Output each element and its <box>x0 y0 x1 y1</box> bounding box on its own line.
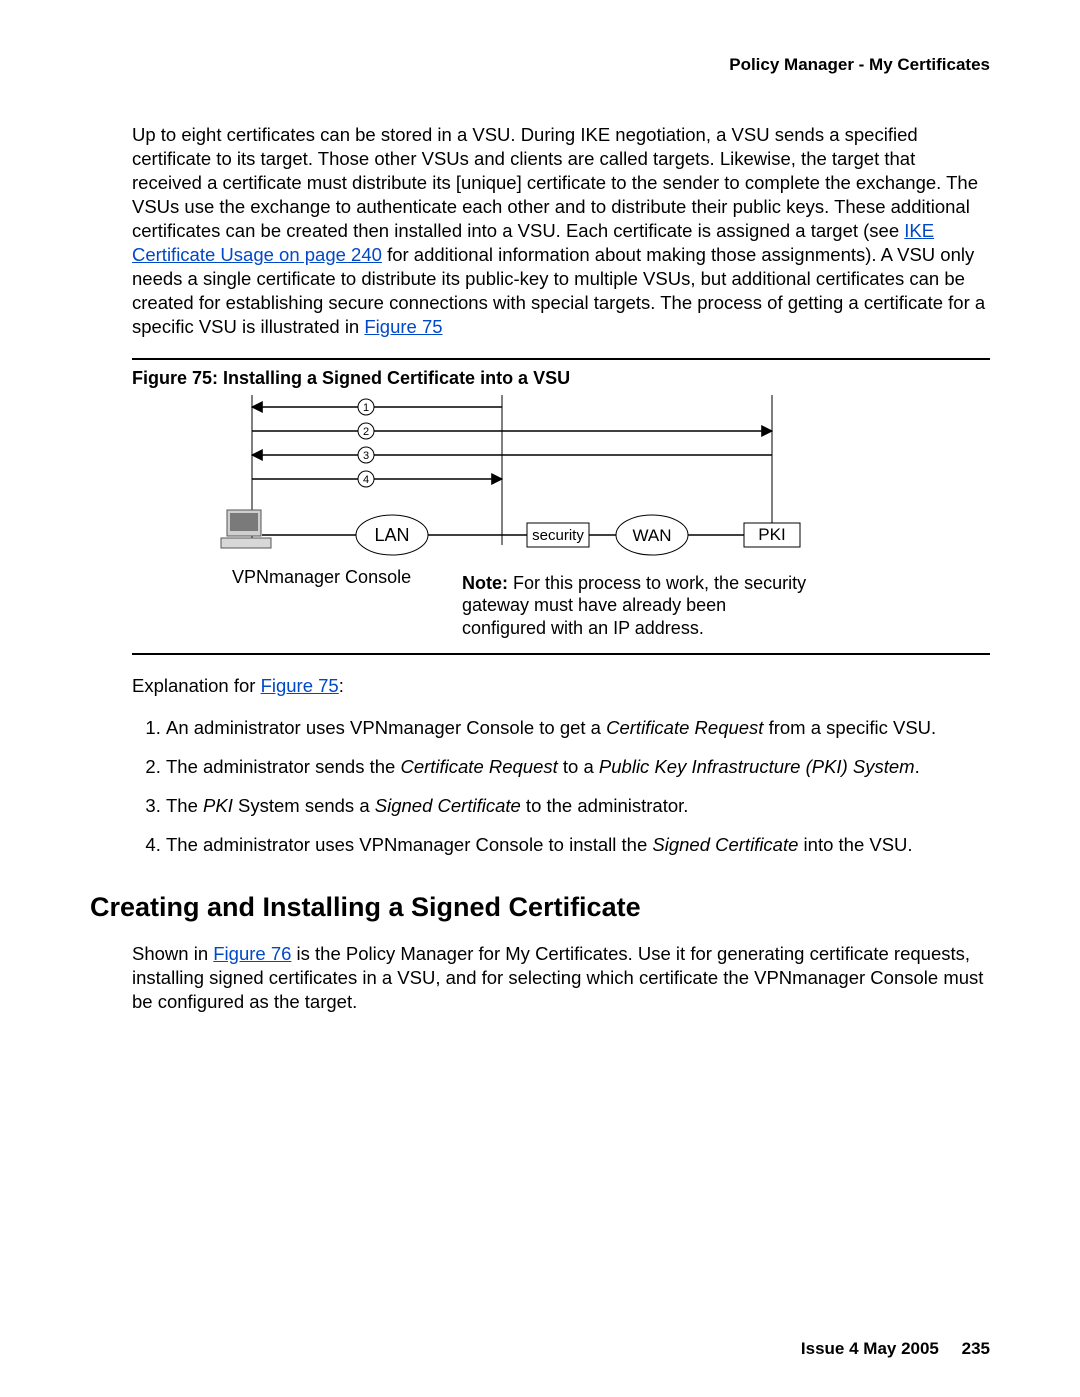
svg-text:2: 2 <box>363 426 369 438</box>
s4i: Signed Certificate <box>652 834 798 855</box>
explanation-lead: Explanation for Figure 75: <box>132 674 990 698</box>
svg-text:1: 1 <box>363 402 369 414</box>
figure-75-diagram: 1 2 3 4 LAN <box>132 395 990 640</box>
explain-prefix: Explanation for <box>132 675 261 696</box>
note-bold: Note: <box>462 573 508 593</box>
explanation-list: An administrator uses VPNmanager Console… <box>132 716 990 858</box>
svg-text:PKI: PKI <box>758 525 785 544</box>
step-4: The administrator uses VPNmanager Consol… <box>166 833 990 858</box>
s2i2: Public Key Infrastructure (PKI) System <box>599 756 915 777</box>
figure-rule-top <box>132 358 990 360</box>
wan-cloud-icon: WAN <box>616 515 688 555</box>
s1a: An administrator uses VPNmanager Console… <box>166 717 606 738</box>
svg-text:WAN: WAN <box>632 526 671 545</box>
figure-75-caption: Figure 75: Installing a Signed Certifica… <box>132 368 990 389</box>
section-paragraph: Shown in Figure 76 is the Policy Manager… <box>132 942 990 1014</box>
figure-rule-bottom <box>132 653 990 655</box>
link-figure-76[interactable]: Figure 76 <box>213 943 291 964</box>
s1i: Certificate Request <box>606 717 763 738</box>
para2-a: Shown in <box>132 943 213 964</box>
s1b: from a specific VSU. <box>763 717 936 738</box>
svg-text:4: 4 <box>363 474 369 486</box>
s4a: The administrator uses VPNmanager Consol… <box>166 834 652 855</box>
footer-issue: Issue 4 May 2005 <box>801 1339 939 1358</box>
s3i2: Signed Certificate <box>375 795 521 816</box>
svg-text:3: 3 <box>363 450 369 462</box>
computer-icon <box>221 510 271 548</box>
para1-a: Up to eight certificates can be stored i… <box>132 124 978 241</box>
s3b: System sends a <box>233 795 375 816</box>
s2a: The administrator sends the <box>166 756 400 777</box>
link-figure-75[interactable]: Figure 75 <box>364 316 442 337</box>
s3c: to the administrator. <box>521 795 689 816</box>
intro-paragraph: Up to eight certificates can be stored i… <box>132 123 990 339</box>
section-heading: Creating and Installing a Signed Certifi… <box>90 892 990 923</box>
running-header: Policy Manager - My Certificates <box>90 55 990 75</box>
explain-suffix: : <box>339 675 344 696</box>
page-footer: Issue 4 May 2005 235 <box>801 1339 990 1359</box>
s2i1: Certificate Request <box>400 756 557 777</box>
s3a: The <box>166 795 203 816</box>
page: Policy Manager - My Certificates Up to e… <box>0 0 1080 1397</box>
svg-text:security: security <box>532 527 584 544</box>
vpnmanager-console-label: VPNmanager Console <box>232 567 411 587</box>
link-figure-75-b[interactable]: Figure 75 <box>261 675 339 696</box>
step-2: The administrator sends the Certificate … <box>166 755 990 780</box>
pki-box-icon: PKI <box>744 523 800 547</box>
s4b: into the VSU. <box>798 834 912 855</box>
step-1: An administrator uses VPNmanager Console… <box>166 716 990 741</box>
footer-page-number: 235 <box>962 1339 990 1358</box>
step-badge: 1 2 3 4 <box>358 399 374 487</box>
s2b: to a <box>558 756 599 777</box>
security-gateway-icon: security <box>527 523 589 547</box>
step-3: The PKI System sends a Signed Certificat… <box>166 794 990 819</box>
svg-text:LAN: LAN <box>374 525 409 545</box>
s3i1: PKI <box>203 795 233 816</box>
lan-cloud-icon: LAN <box>356 515 428 555</box>
s2c: . <box>915 756 920 777</box>
